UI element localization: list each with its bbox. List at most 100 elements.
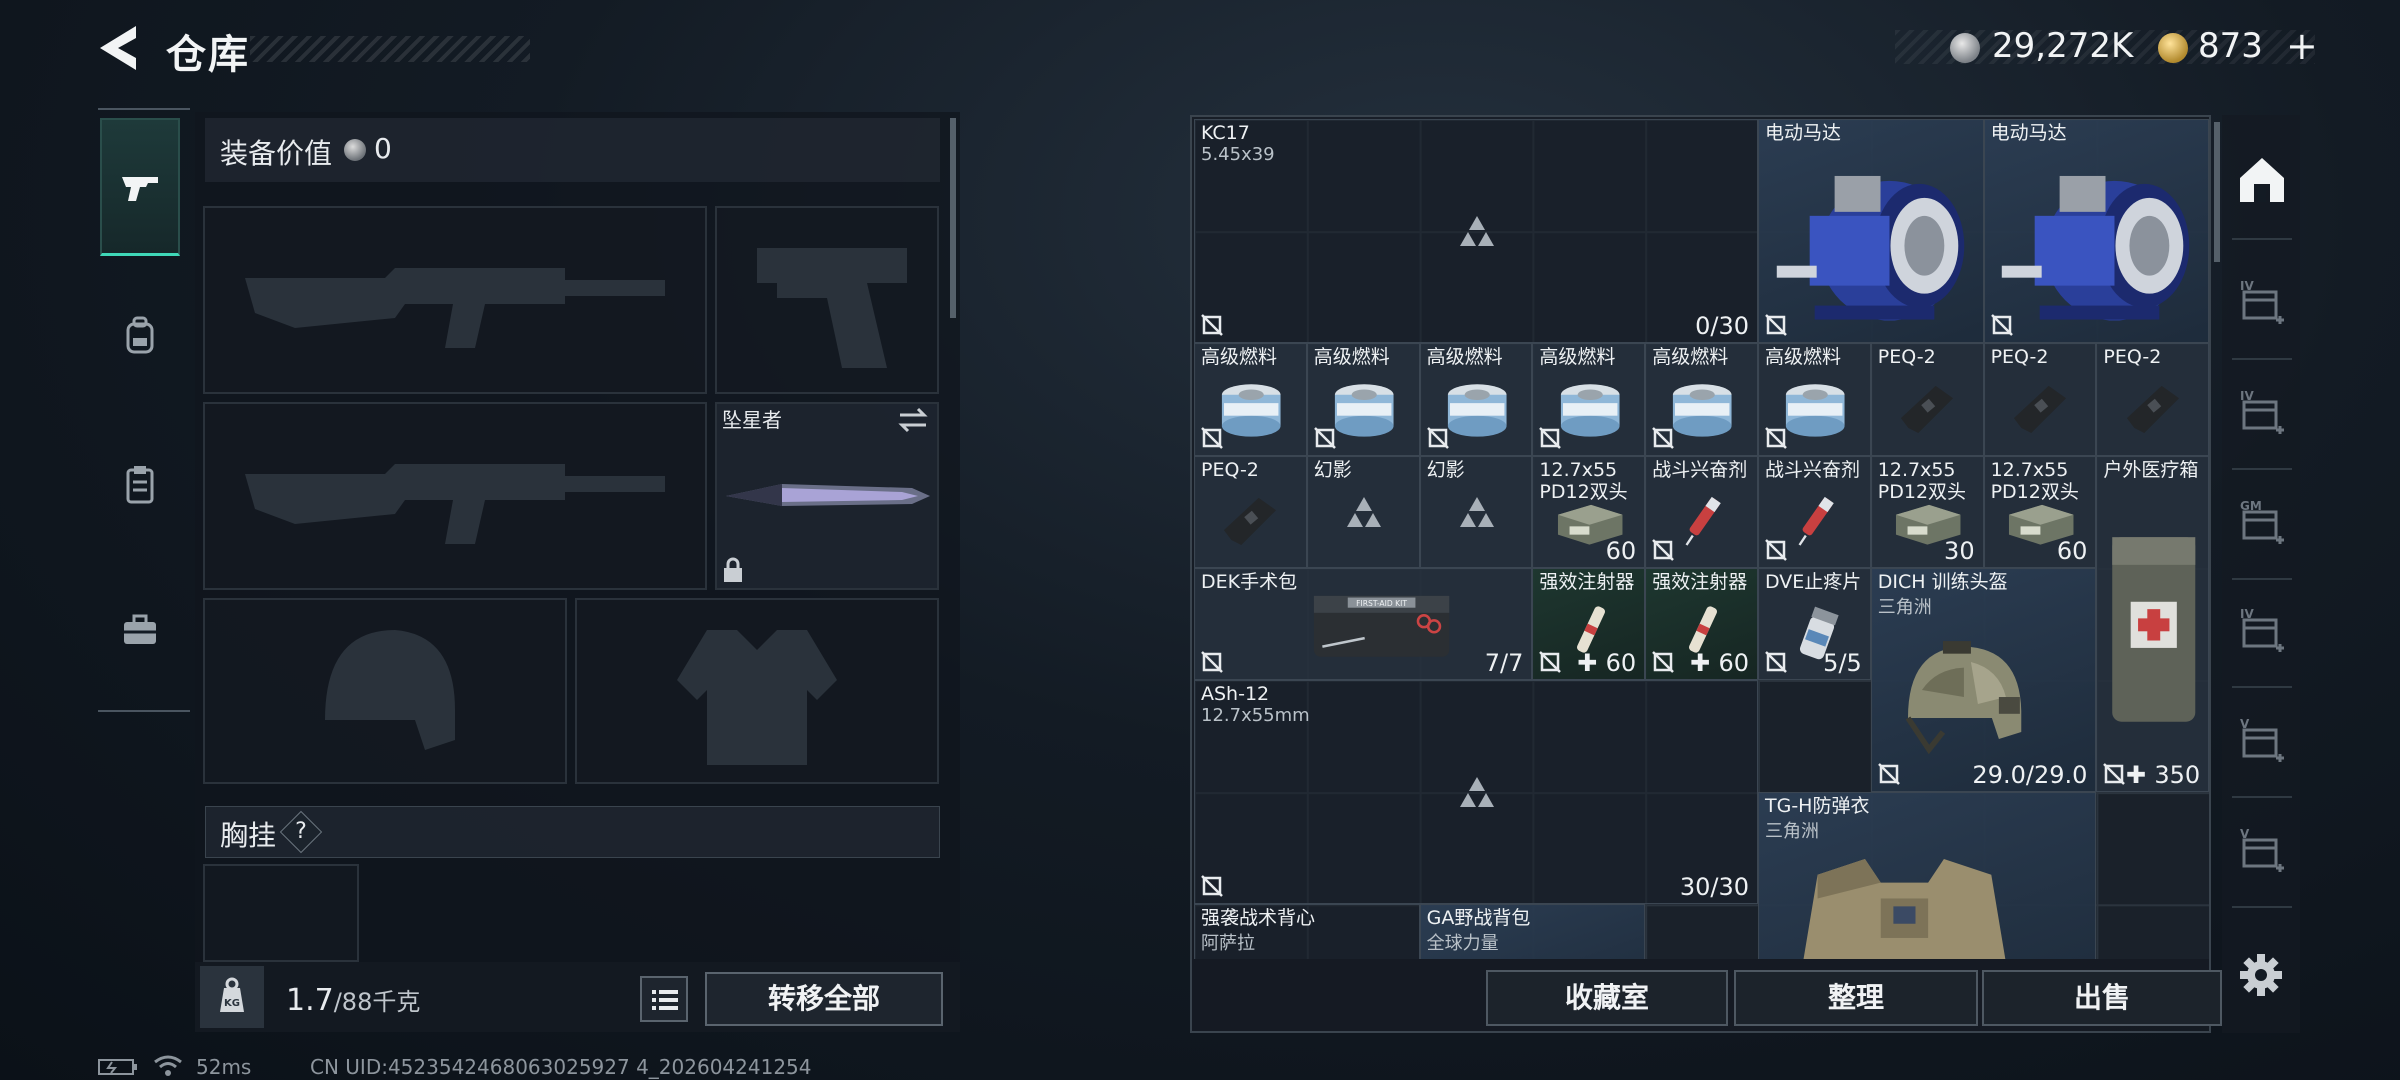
inventory-item[interactable]: 战斗兴奋剂	[1645, 455, 1758, 568]
chest-rig-slot[interactable]	[203, 864, 359, 962]
inventory-item[interactable]: 高级燃料	[1532, 343, 1646, 456]
inventory-item[interactable]: TG-H防弹衣 三角洲	[1758, 792, 2097, 959]
armor-silhouette-icon	[677, 630, 837, 765]
organize-button[interactable]: 整理	[1734, 970, 1978, 1026]
inventory-item[interactable]: 12.7x55 PD12双头 30	[1870, 455, 1984, 568]
inventory-item[interactable]: 电动马达	[1983, 119, 2209, 344]
delta-logo-icon	[1460, 777, 1494, 808]
tab-chest-rig[interactable]	[100, 434, 180, 534]
storage-tier-label: V	[2240, 827, 2250, 841]
tab-safe-box[interactable]	[100, 580, 180, 680]
pistol-slot[interactable]	[715, 206, 939, 394]
item-subtitle: 全球力量	[1426, 933, 1499, 955]
inventory-item[interactable]: 强效注射器 ✚ 60	[1532, 567, 1646, 680]
knife-icon	[726, 484, 930, 506]
no-insurance-icon	[1652, 426, 1675, 449]
inventory-item[interactable]: FIRST-AID KIT DEK手术包 7/7	[1194, 567, 1533, 680]
right-nav-divider	[2232, 578, 2292, 580]
armor-slot[interactable]	[575, 598, 939, 784]
inventory-item[interactable]: 户外医疗箱 ✚ 350	[2096, 455, 2209, 793]
helmet-slot[interactable]	[203, 598, 567, 784]
tab-storage-4[interactable]: IV	[2230, 590, 2294, 670]
syringe-icon	[1798, 497, 1834, 546]
fuel-can-icon	[1673, 384, 1732, 437]
inventory-item[interactable]: 12.7x55 PD12双头 60	[1983, 455, 2097, 568]
item-name-line2: PD12双头	[1877, 480, 1967, 503]
inventory-scrollbar[interactable]	[2214, 122, 2220, 262]
settings-gear-icon[interactable]	[2238, 952, 2284, 998]
inventory-item[interactable]: DVE止疼片 5/5	[1758, 567, 1871, 680]
inventory-item[interactable]: PEQ-2	[1870, 343, 1984, 456]
delta-logo-icon	[1459, 496, 1494, 527]
item-count-value: 29.0/29.0	[1972, 761, 2088, 790]
inventory-item[interactable]: PEQ-2	[2096, 343, 2209, 456]
transfer-all-button[interactable]: 转移全部	[705, 972, 943, 1026]
secondary-weapon-slot[interactable]	[203, 402, 707, 590]
item-count-value: 7/7	[1484, 648, 1524, 677]
inventory-item[interactable]: PEQ-2	[1983, 343, 2097, 456]
equipment-scrollbar[interactable]	[950, 118, 956, 318]
inventory-item[interactable]: 高级燃料	[1419, 343, 1533, 456]
storage-box-icon: IV	[2240, 389, 2284, 434]
inventory-item[interactable]: 电动马达	[1758, 119, 1984, 344]
helmet-icon	[1906, 640, 2022, 754]
inventory-item[interactable]: 12.7x55 PD12双头 60	[1532, 455, 1646, 568]
inventory-item[interactable]: 强袭战术背心 阿萨拉	[1194, 904, 1420, 959]
inventory-item[interactable]: 高级燃料	[1306, 343, 1420, 456]
item-name: DEK手术包	[1201, 570, 1298, 593]
inventory-item[interactable]: KC17 5.45x39 0/30	[1194, 119, 1758, 344]
swap-icon[interactable]	[898, 406, 928, 434]
no-insurance-icon	[1765, 314, 1787, 337]
no-insurance-icon	[1426, 426, 1449, 449]
tab-storage-6[interactable]: V	[2230, 810, 2294, 890]
item-name: PEQ-2	[1990, 346, 2049, 369]
tab-storage-main[interactable]	[2230, 140, 2294, 220]
item-name: 战斗兴奋剂	[1652, 458, 1748, 481]
inventory-item[interactable]: 高级燃料	[1758, 343, 1871, 456]
inventory-item[interactable]: 幻影	[1419, 455, 1533, 568]
inventory-item[interactable]: DICH 训练头盔 三角洲 29.0/29.0	[1870, 567, 2097, 793]
tab-weapons[interactable]	[100, 118, 180, 256]
item-name: 高级燃料	[1539, 346, 1616, 369]
sell-button[interactable]: 出售	[1982, 970, 2222, 1026]
back-arrow-icon[interactable]	[96, 22, 146, 74]
inventory-item[interactable]: 战斗兴奋剂	[1758, 455, 1871, 568]
no-insurance-icon	[1765, 538, 1787, 561]
item-count: ✚ 60	[1577, 649, 1636, 677]
inventory-item[interactable]: 高级燃料	[1194, 343, 1307, 456]
warehouse-icon	[2240, 158, 2284, 202]
storage-tier-label: IV	[2240, 279, 2254, 293]
inventory-item[interactable]: PEQ-2	[1194, 455, 1307, 568]
tab-backpack[interactable]	[100, 286, 180, 386]
inventory-item[interactable]: GA野战背包 全球力量	[1419, 904, 1646, 959]
storage-box-icon: GM	[2240, 499, 2284, 544]
fuel-can-icon	[1560, 384, 1620, 437]
collection-room-button[interactable]: 收藏室	[1486, 970, 1728, 1026]
storage-box-icon: IV	[2240, 279, 2284, 324]
weight-max: /88千克	[333, 988, 421, 1016]
tab-storage-2[interactable]: IV	[2230, 372, 2294, 452]
item-name: 强袭战术背心	[1201, 907, 1316, 930]
item-subtitle: 三角洲	[1765, 821, 1819, 843]
right-nav-divider	[2232, 358, 2292, 360]
fuel-can-icon	[1447, 384, 1507, 437]
item-count-value: 30/30	[1679, 873, 1749, 902]
ping-value: 52ms	[196, 1055, 252, 1079]
no-insurance-icon	[1765, 426, 1787, 449]
add-currency-button[interactable]: +	[2286, 24, 2318, 68]
right-nav-divider	[2232, 238, 2292, 240]
inventory-item[interactable]: 强效注射器 ✚ 60	[1645, 567, 1758, 680]
primary-weapon-slot[interactable]	[203, 206, 707, 394]
item-name: 幻影	[1426, 458, 1465, 481]
tab-storage-1[interactable]: IV	[2230, 262, 2294, 342]
peq-laser-icon	[2126, 385, 2179, 434]
list-view-button[interactable]	[640, 976, 688, 1022]
inventory-item[interactable]: 高级燃料	[1645, 343, 1758, 456]
tab-storage-5[interactable]: V	[2230, 700, 2294, 780]
item-name-line2: PD12双头	[1990, 480, 2079, 503]
tab-storage-3[interactable]: GM	[2230, 482, 2294, 562]
lock-icon	[724, 557, 742, 582]
inventory-item[interactable]: 幻影	[1306, 455, 1420, 568]
inventory-item[interactable]: ASh-12 12.7x55mm 30/30	[1194, 680, 1758, 905]
rifle-silhouette-icon	[245, 268, 665, 348]
